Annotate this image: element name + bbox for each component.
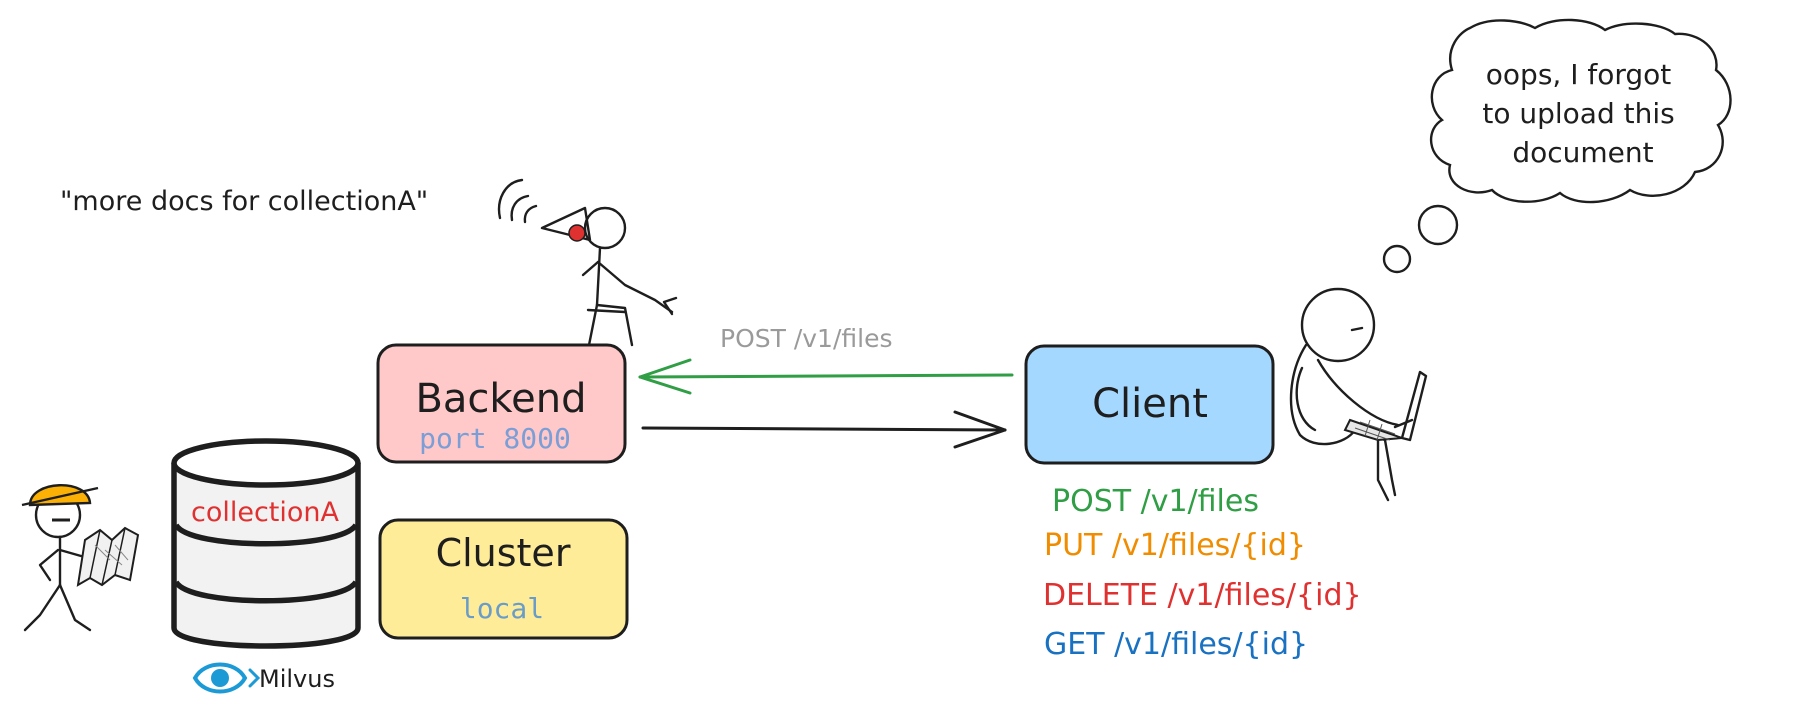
- client-box: Client: [1024, 344, 1275, 465]
- endpoint-post: POST /v1/files: [1052, 484, 1259, 519]
- thought-bubble: oops, I forgot to upload this document: [1382, 18, 1732, 274]
- green-arrow-to-backend: [638, 358, 1014, 395]
- laptop-person-icon: [1289, 287, 1428, 502]
- thought-dot-large: [1417, 204, 1459, 246]
- cluster-label: Cluster: [436, 531, 571, 575]
- thought-line-2: to upload this: [1482, 97, 1674, 130]
- collection-label: collectionA: [191, 497, 340, 528]
- endpoint-delete: DELETE /v1/files/{id}: [1043, 578, 1362, 613]
- cluster-value: local: [460, 592, 544, 625]
- endpoint-list: POST /v1/files PUT /v1/files/{id} DELETE…: [1043, 484, 1362, 662]
- megaphone-person-icon: [497, 178, 678, 362]
- milvus-logo: Milvus: [192, 662, 335, 694]
- endpoint-put: PUT /v1/files/{id}: [1044, 528, 1306, 563]
- backend-label: Backend: [415, 376, 586, 422]
- announcement-quote: "more docs for collectionA": [60, 186, 428, 217]
- worker-with-map-icon: [21, 484, 140, 632]
- thought-line-1: oops, I forgot: [1486, 58, 1671, 91]
- svg-text:oops, I forgot to upload: oops, I forgot to upload this document: [1482, 58, 1683, 169]
- backend-port: port 8000: [419, 422, 571, 455]
- cluster-box: Cluster local: [378, 518, 629, 640]
- thought-dot-small: [1382, 244, 1412, 274]
- endpoint-get: GET /v1/files/{id}: [1044, 627, 1308, 662]
- arrow-label: POST /v1/files: [720, 324, 893, 353]
- milvus-label: Milvus: [259, 665, 335, 693]
- backend-box: Backend port 8000: [376, 343, 627, 464]
- client-label: Client: [1092, 381, 1208, 427]
- architecture-diagram: oops, I forgot to upload this document "…: [21, 18, 1732, 694]
- black-arrow-to-client: [641, 410, 1007, 449]
- thought-line-3: document: [1512, 136, 1653, 169]
- database-cylinder: collectionA: [171, 438, 361, 649]
